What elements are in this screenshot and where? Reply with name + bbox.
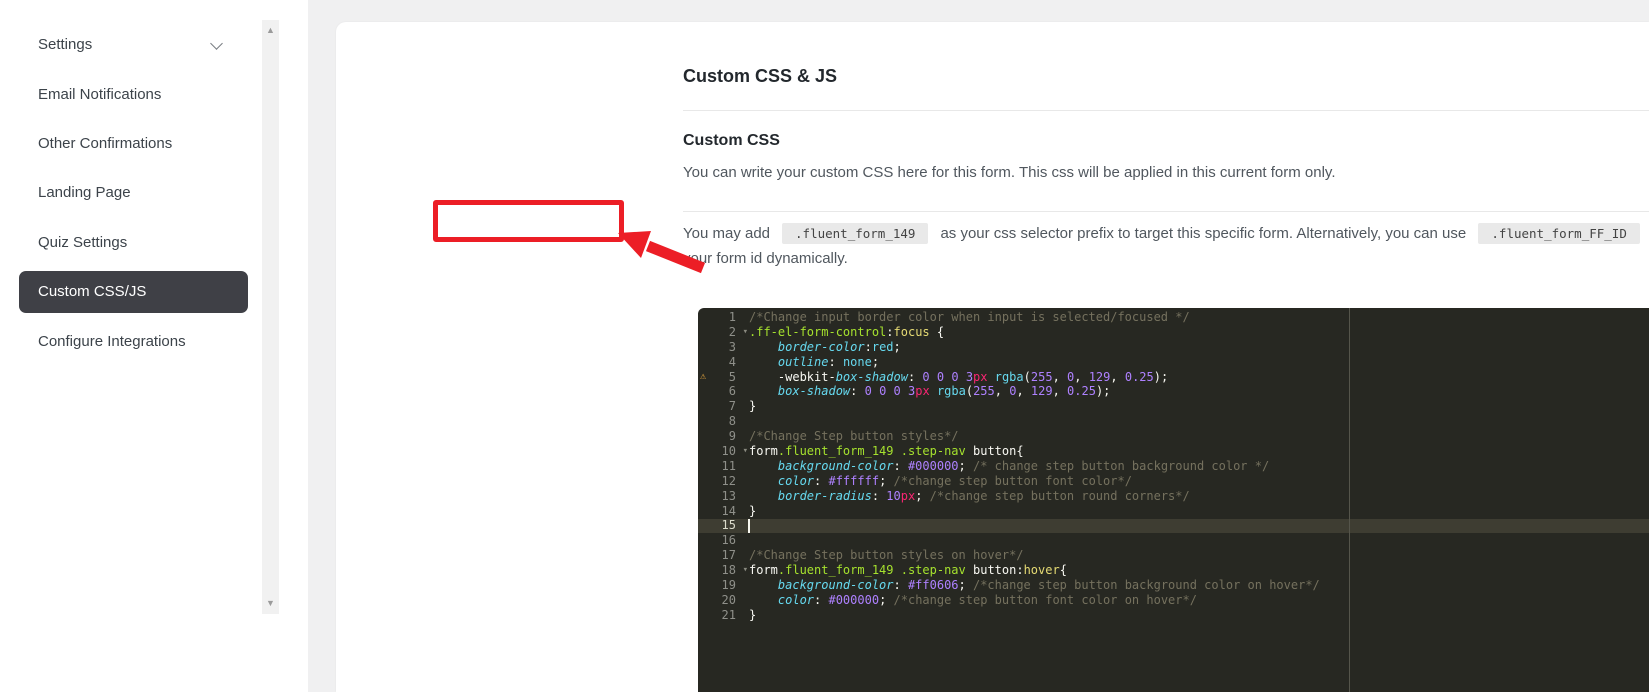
scroll-up-icon[interactable]: ▲	[262, 22, 279, 39]
editor-line: /*Change input border color when input i…	[749, 310, 1649, 325]
hint-text: as your css selector prefix to target th…	[940, 225, 1466, 242]
editor-line-number: 19	[698, 578, 744, 593]
sidebar-item-label: Settings	[38, 36, 92, 53]
editor-line-number: 8	[698, 414, 744, 429]
fold-arrow-icon[interactable]: ▾	[743, 563, 748, 578]
settings-panel: Custom CSS & JS Custom CSS You can write…	[336, 22, 1649, 692]
css-code-editor[interactable]: 12▾345⚠678910▾1112131415161718▾192021 /*…	[698, 308, 1649, 692]
editor-line-number: 20	[698, 593, 744, 608]
sidebar-scrollbar[interactable]: ▲ ▼	[262, 20, 279, 614]
sidebar-item-configure-integrations[interactable]: Configure Integrations	[0, 316, 250, 365]
editor-line-number: 21	[698, 608, 744, 623]
sidebar-item-custom-css-js[interactable]: Custom CSS/JS	[19, 271, 248, 313]
editor-line	[749, 518, 1649, 533]
sidebar-item-label: Custom CSS/JS	[38, 283, 146, 300]
sidebar-item-other-confirmations[interactable]: Other Confirmations	[0, 119, 250, 168]
sidebar-item-email-notifications[interactable]: Email Notifications	[0, 69, 250, 118]
sidebar-item-landing-page[interactable]: Landing Page	[0, 168, 250, 217]
editor-line: }	[749, 608, 1649, 623]
editor-line: color: #ffffff; /*change step button fon…	[749, 474, 1649, 489]
editor-line	[749, 414, 1649, 429]
page-title: Custom CSS & JS	[683, 66, 837, 87]
custom-css-heading: Custom CSS	[683, 132, 780, 150]
sidebar-item-settings[interactable]: Settings	[0, 20, 250, 69]
editor-line: /*Change Step button styles on hover*/	[749, 548, 1649, 563]
sidebar-item-label: Quiz Settings	[38, 234, 127, 251]
editor-line-number: 2▾	[698, 325, 744, 340]
sidebar-item-quiz-settings[interactable]: Quiz Settings	[0, 218, 250, 267]
editor-line-number: 17	[698, 548, 744, 563]
editor-line	[749, 533, 1649, 548]
editor-line-number: 6	[698, 384, 744, 399]
editor-line-number: 4	[698, 355, 744, 370]
editor-line-number: 11	[698, 459, 744, 474]
editor-line: background-color: #ff0606; /*change step…	[749, 578, 1649, 593]
editor-line-number: 1	[698, 310, 744, 325]
chevron-down-icon	[212, 37, 222, 47]
editor-line: border-color:red;	[749, 340, 1649, 355]
hint-text: your form id dynamically.	[683, 246, 1649, 271]
editor-line-number: 13	[698, 489, 744, 504]
editor-line: -webkit-box-shadow: 0 0 0 3px rgba(255, …	[749, 370, 1649, 385]
form-css-class-chip: .fluent_form_149	[782, 223, 928, 244]
editor-line: outline: none;	[749, 355, 1649, 370]
editor-line: form.fluent_form_149 .step-nav button{	[749, 444, 1649, 459]
page: { "sidebar": { "items": [ {"label": "Set…	[0, 0, 1649, 692]
scroll-down-icon[interactable]: ▼	[262, 595, 279, 612]
settings-sidebar: Settings Email Notifications Other Confirm…	[0, 0, 308, 692]
divider	[683, 211, 1649, 212]
editor-line-number: 14	[698, 504, 744, 519]
editor-code-area[interactable]: /*Change input border color when input i…	[749, 310, 1649, 623]
warning-icon: ⚠	[700, 370, 706, 385]
editor-line-number: 15	[698, 518, 744, 533]
editor-line: border-radius: 10px; /*change step butto…	[749, 489, 1649, 504]
sidebar-item-label: Landing Page	[38, 184, 131, 201]
editor-line: form.fluent_form_149 .step-nav button:ho…	[749, 563, 1649, 578]
sidebar-item-label: Configure Integrations	[38, 333, 186, 350]
editor-line-number: 18▾	[698, 563, 744, 578]
editor-line-number: 3	[698, 340, 744, 355]
editor-line-number: 16	[698, 533, 744, 548]
editor-line-number: 12	[698, 474, 744, 489]
editor-line: color: #000000; /*change step button fon…	[749, 593, 1649, 608]
editor-line-number: 5⚠	[698, 370, 744, 385]
editor-line: box-shadow: 0 0 0 3px rgba(255, 0, 129, …	[749, 384, 1649, 399]
css-selector-hint: You may add .fluent_form_149 as your css s…	[683, 221, 1649, 271]
custom-css-description: You can write your custom CSS here for t…	[683, 164, 1336, 181]
editor-line-number: 10▾	[698, 444, 744, 459]
sidebar-item-label: Other Confirmations	[38, 135, 172, 152]
editor-line: background-color: #000000; /* change ste…	[749, 459, 1649, 474]
divider	[683, 110, 1649, 111]
form-css-template-chip: .fluent_form_FF_ID	[1478, 223, 1639, 244]
editor-line-number: 9	[698, 429, 744, 444]
editor-gutter: 12▾345⚠678910▾1112131415161718▾192021	[698, 310, 744, 623]
text-cursor	[748, 519, 750, 534]
fold-arrow-icon[interactable]: ▾	[743, 325, 748, 340]
editor-line: }	[749, 399, 1649, 414]
fold-arrow-icon[interactable]: ▾	[743, 444, 748, 459]
editor-line-number: 7	[698, 399, 744, 414]
hint-text: You may add	[683, 225, 770, 242]
editor-line: .ff-el-form-control:focus {	[749, 325, 1649, 340]
sidebar-item-label: Email Notifications	[38, 86, 161, 103]
editor-line: }	[749, 504, 1649, 519]
editor-line: /*Change Step button styles*/	[749, 429, 1649, 444]
sidebar-menu: Settings Email Notifications Other Confirm…	[0, 20, 250, 366]
